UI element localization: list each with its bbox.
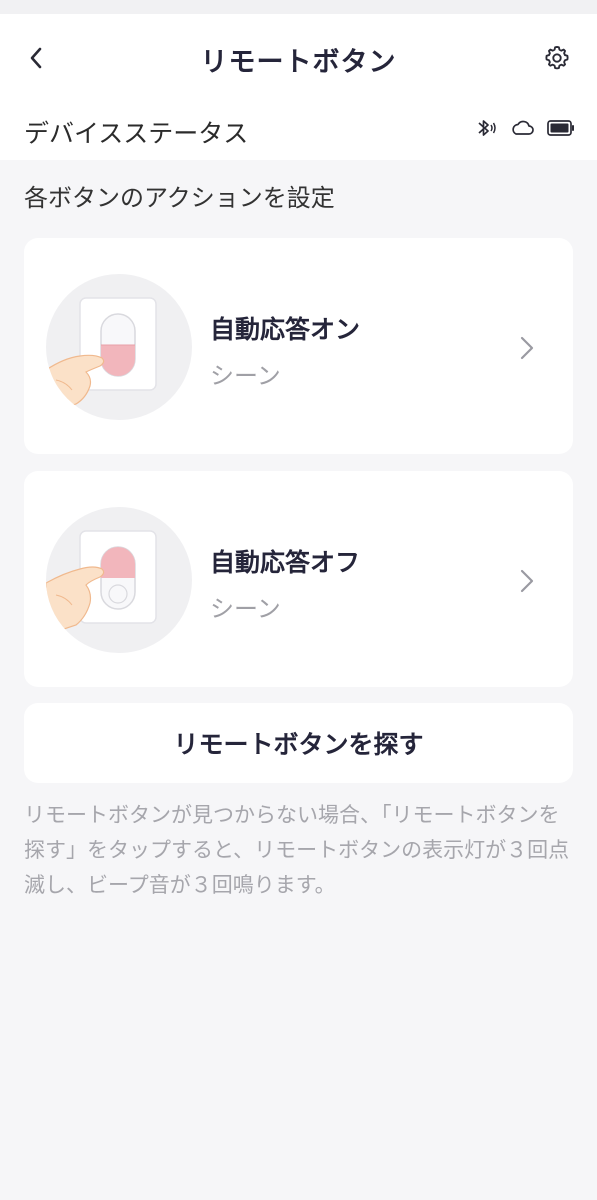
cloud-icon (512, 120, 534, 135)
find-remote-button[interactable]: リモートボタンを探す (24, 703, 573, 783)
gear-icon (545, 45, 569, 70)
find-button-description: リモートボタンが見つからない場合、「リモートボタンを探す」をタップすると、リモー… (24, 803, 570, 897)
section-label: 各ボタンのアクションを設定 (24, 184, 335, 212)
chevron-right-icon (520, 569, 534, 593)
action-name: 自動応答オン (210, 315, 361, 344)
remote-button-illustration (46, 507, 192, 653)
chevron-right-icon (520, 336, 534, 360)
device-status-icons (475, 118, 575, 138)
device-status-label: デバイスステータス (24, 119, 249, 148)
action-type: シーン (210, 595, 281, 623)
action-card-auto-reply-on[interactable]: 自動応答オン シーン (24, 238, 573, 454)
page-title: リモートボタン (200, 47, 397, 78)
settings-button[interactable] (539, 40, 575, 76)
action-card-auto-reply-off[interactable]: 自動応答オフ シーン (24, 471, 573, 687)
status-bar-strip (0, 0, 597, 14)
bluetooth-icon (478, 120, 496, 136)
remote-button-illustration (46, 274, 192, 420)
action-name: 自動応答オフ (210, 548, 361, 577)
header: リモートボタン デバイスステータス (0, 14, 597, 160)
action-type: シーン (210, 362, 281, 390)
battery-icon (547, 120, 574, 136)
